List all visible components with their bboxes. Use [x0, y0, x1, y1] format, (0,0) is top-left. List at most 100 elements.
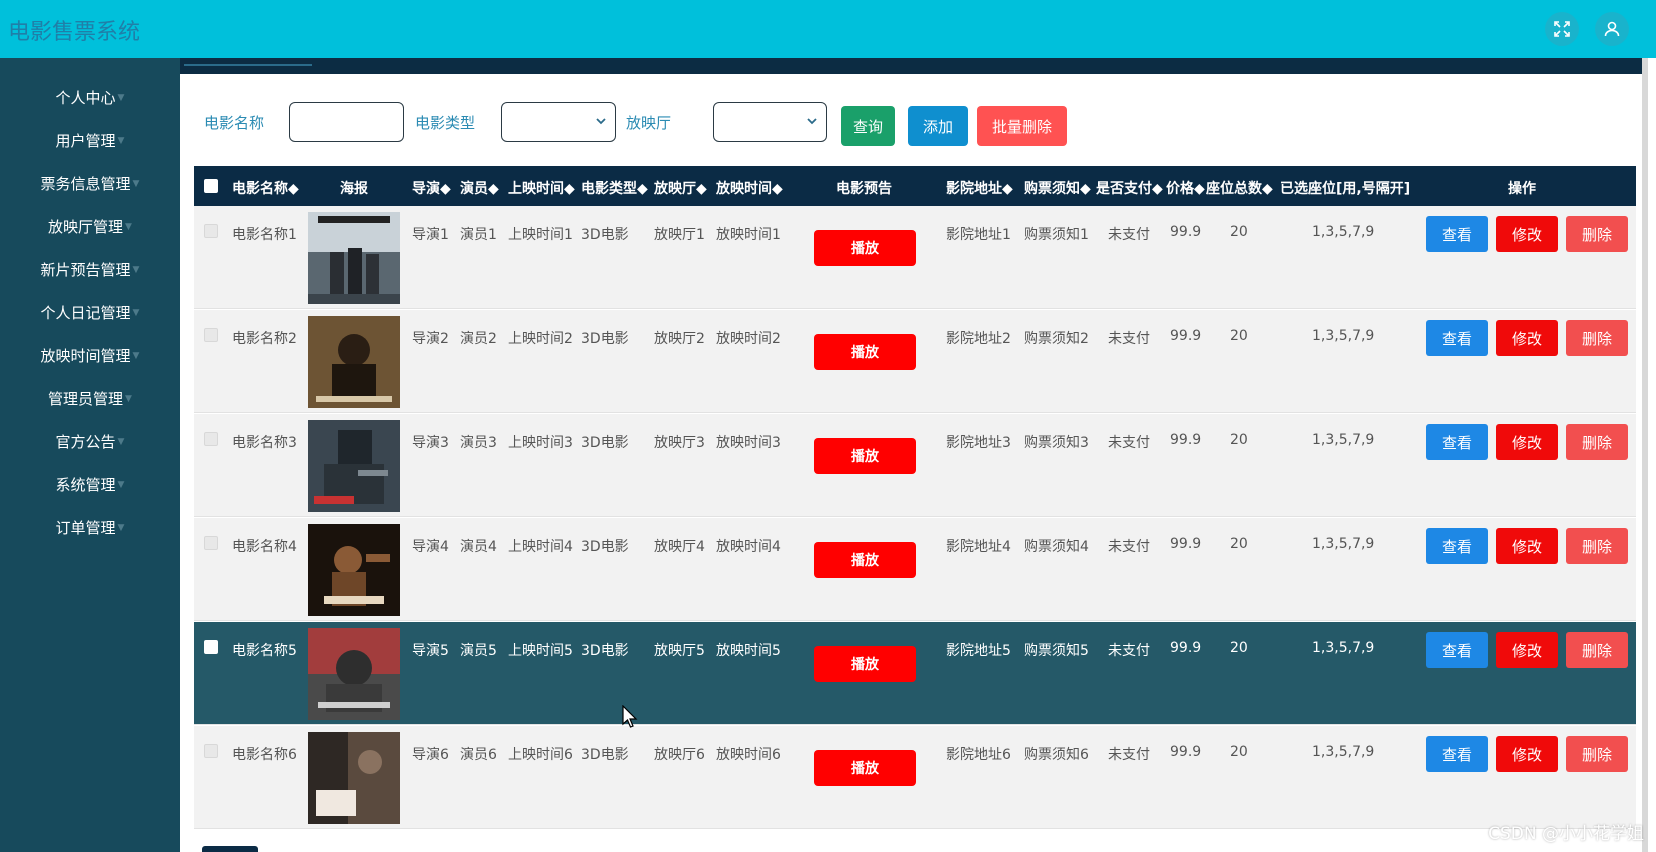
main-content: 电影名称 电影类型 放映厅 查询 添加 批量删除 电影名称◆ 海报 导演◆ 演员…	[180, 58, 1648, 852]
cell-notice: 购票须知6	[1024, 747, 1089, 763]
column-header-type[interactable]: 电影类型◆	[581, 178, 648, 198]
edit-button[interactable]: 修改	[1496, 424, 1558, 460]
row-checkbox[interactable]	[204, 224, 218, 238]
play-trailer-button[interactable]: 播放	[814, 750, 916, 786]
play-trailer-button[interactable]: 播放	[814, 230, 916, 266]
add-button[interactable]: 添加	[908, 106, 968, 146]
cell-paid: 未支付	[1108, 227, 1150, 243]
row-checkbox[interactable]	[204, 536, 218, 550]
sidebar-item-label: 个人日记管理	[40, 303, 131, 322]
column-header-seats[interactable]: 座位总数◆	[1206, 178, 1273, 198]
sidebar-item-admin-management[interactable]: 管理员管理 ▼	[0, 383, 180, 413]
edit-button[interactable]: 修改	[1496, 528, 1558, 564]
cell-actor: 演员6	[460, 747, 497, 763]
table-row[interactable]: 电影名称1 导演1 演员1 上映时间1 3D电影 放映厅1 放映时间1 播放 影…	[194, 206, 1636, 309]
row-checkbox[interactable]	[204, 328, 218, 342]
cell-paid: 未支付	[1108, 435, 1150, 451]
poster-image	[308, 316, 400, 408]
column-header-hall[interactable]: 放映厅◆	[654, 178, 707, 198]
pagination-button[interactable]	[202, 846, 258, 852]
view-button[interactable]: 查看	[1426, 736, 1488, 772]
column-header-director[interactable]: 导演◆	[412, 178, 451, 198]
hall-select[interactable]	[713, 102, 827, 142]
cell-showtime: 放映时间5	[716, 643, 781, 659]
delete-button[interactable]: 删除	[1566, 216, 1628, 252]
cell-director: 导演4	[412, 539, 449, 555]
sidebar-item-showtime-management[interactable]: 放映时间管理 ▼	[0, 340, 180, 370]
column-header-address[interactable]: 影院地址◆	[946, 178, 1013, 198]
user-menu-button[interactable]	[1595, 12, 1629, 46]
cell-selected-seats: 1,3,5,7,9	[1312, 744, 1375, 760]
view-button[interactable]: 查看	[1426, 424, 1488, 460]
column-header-release[interactable]: 上映时间◆	[508, 178, 575, 198]
batch-delete-button[interactable]: 批量删除	[977, 106, 1067, 146]
edit-button[interactable]: 修改	[1496, 320, 1558, 356]
scrollbar[interactable]	[1642, 58, 1648, 852]
movie-type-select[interactable]	[501, 102, 616, 142]
sidebar-item-order-management[interactable]: 订单管理 ▼	[0, 512, 180, 542]
row-checkbox[interactable]	[204, 432, 218, 446]
play-trailer-button[interactable]: 播放	[814, 438, 916, 474]
cell-hall: 放映厅1	[654, 227, 705, 243]
delete-button[interactable]: 删除	[1566, 736, 1628, 772]
column-header-notice[interactable]: 购票须知◆	[1024, 178, 1091, 198]
select-all-checkbox[interactable]	[204, 179, 218, 193]
cell-paid: 未支付	[1108, 331, 1150, 347]
movie-name-input[interactable]	[289, 102, 404, 142]
sidebar-item-announcements[interactable]: 官方公告 ▼	[0, 426, 180, 456]
column-header-actor[interactable]: 演员◆	[460, 178, 499, 198]
cell-price: 99.9	[1170, 432, 1202, 448]
table-row[interactable]: 电影名称2 导演2 演员2 上映时间2 3D电影 放映厅2 放映时间2 播放 影…	[194, 310, 1636, 413]
column-header-paid[interactable]: 是否支付◆	[1096, 178, 1163, 198]
edit-button[interactable]: 修改	[1496, 736, 1558, 772]
cell-name: 电影名称6	[232, 747, 297, 763]
poster-image	[308, 420, 400, 512]
play-trailer-button[interactable]: 播放	[814, 334, 916, 370]
cell-showtime: 放映时间1	[716, 227, 781, 243]
sidebar-item-system-management[interactable]: 系统管理 ▼	[0, 469, 180, 499]
view-button[interactable]: 查看	[1426, 320, 1488, 356]
sidebar-item-user-management[interactable]: 用户管理 ▼	[0, 125, 180, 155]
cell-actor: 演员3	[460, 435, 497, 451]
delete-button[interactable]: 删除	[1566, 320, 1628, 356]
cell-showtime: 放映时间2	[716, 331, 781, 347]
view-button[interactable]: 查看	[1426, 216, 1488, 252]
cell-release: 上映时间2	[508, 331, 573, 347]
cell-showtime: 放映时间3	[716, 435, 781, 451]
cell-type: 3D电影	[581, 435, 629, 451]
column-header-name[interactable]: 电影名称◆	[232, 178, 299, 198]
hall-label: 放映厅	[626, 114, 672, 132]
row-checkbox[interactable]	[204, 640, 218, 654]
sidebar-item-ticket-management[interactable]: 票务信息管理 ▼	[0, 168, 180, 198]
delete-button[interactable]: 删除	[1566, 528, 1628, 564]
column-header-price[interactable]: 价格◆	[1166, 178, 1205, 198]
play-trailer-button[interactable]: 播放	[814, 646, 916, 682]
sidebar-item-label: 放映时间管理	[40, 346, 131, 365]
cell-actor: 演员1	[460, 227, 497, 243]
view-button[interactable]: 查看	[1426, 632, 1488, 668]
view-button[interactable]: 查看	[1426, 528, 1488, 564]
delete-button[interactable]: 删除	[1566, 424, 1628, 460]
table-row[interactable]: 电影名称4 导演4 演员4 上映时间4 3D电影 放映厅4 放映时间4 播放 影…	[194, 518, 1636, 621]
table-row[interactable]: 电影名称3 导演3 演员3 上映时间3 3D电影 放映厅3 放映时间3 播放 影…	[194, 414, 1636, 517]
delete-button[interactable]: 删除	[1566, 632, 1628, 668]
table-row[interactable]: 电影名称6 导演6 演员6 上映时间6 3D电影 放映厅6 放映时间6 播放 影…	[194, 726, 1636, 829]
column-header-showtime[interactable]: 放映时间◆	[716, 178, 783, 198]
cell-director: 导演3	[412, 435, 449, 451]
chevron-down-icon: ▼	[132, 179, 140, 189]
sidebar-item-personal-center[interactable]: 个人中心 ▼	[0, 82, 180, 112]
play-trailer-button[interactable]: 播放	[814, 542, 916, 578]
fullscreen-button[interactable]	[1545, 12, 1579, 46]
chevron-down-icon: ▼	[132, 265, 140, 275]
cell-hall: 放映厅6	[654, 747, 705, 763]
sidebar-item-trailer-management[interactable]: 新片预告管理 ▼	[0, 254, 180, 284]
query-button[interactable]: 查询	[841, 106, 895, 146]
edit-button[interactable]: 修改	[1496, 632, 1558, 668]
table-row[interactable]: 电影名称5 导演5 演员5 上映时间5 3D电影 放映厅5 放映时间5 播放 影…	[194, 622, 1636, 725]
sidebar-item-hall-management[interactable]: 放映厅管理 ▼	[0, 211, 180, 241]
sidebar-item-diary-management[interactable]: 个人日记管理 ▼	[0, 297, 180, 327]
chevron-down-icon: ▼	[117, 523, 125, 533]
cell-showtime: 放映时间4	[716, 539, 781, 555]
row-checkbox[interactable]	[204, 744, 218, 758]
edit-button[interactable]: 修改	[1496, 216, 1558, 252]
